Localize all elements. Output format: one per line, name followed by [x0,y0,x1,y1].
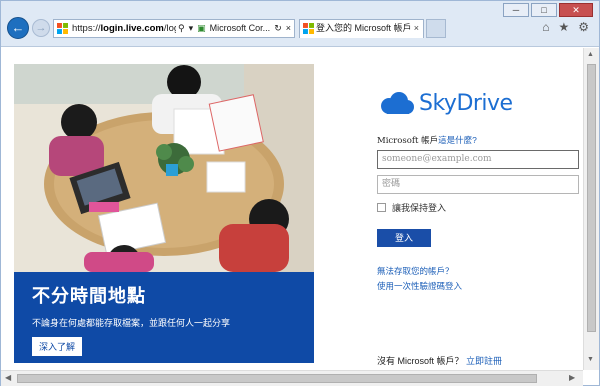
browser-toolbar-right: ⌂ ★ ⚙ [542,20,589,34]
close-window-button[interactable]: ✕ [559,3,593,17]
page-content: 不分時間地點 不論身在何處都能存取檔案，並跟任何人一起分享 深入了解 SkyDr… [1,48,583,370]
window-controls: ─ □ ✕ [503,3,593,17]
dropdown-arrow-icon[interactable]: ▾ [189,20,194,37]
account-help-link[interactable]: 這是什麼? [438,135,477,145]
remember-label: 讓我保持登入 [392,203,447,213]
horizontal-scroll-thumb[interactable] [17,374,537,383]
email-field[interactable]: someone@example.com [377,150,579,169]
password-field[interactable]: 密碼 [377,175,579,194]
tab-close-icon[interactable]: × [414,20,419,37]
back-button[interactable]: ← [7,17,29,39]
scroll-down-icon[interactable]: ▼ [587,356,594,363]
account-line: Microsoft 帳戶這是什麼? [377,134,583,146]
lock-icon[interactable]: ▣ [197,20,206,37]
hero-photo [14,64,314,272]
learn-more-button[interactable]: 深入了解 [32,337,83,356]
browser-window: ─ □ ✕ ← → https://login.live.com/login.s… [0,0,600,386]
gear-icon[interactable]: ⚙ [578,20,589,34]
refresh-icon[interactable]: ↻ [274,20,282,37]
browser-chrome: ─ □ ✕ ← → https://login.live.com/login.s… [1,1,599,47]
brand-name: SkyDrive [419,90,513,116]
account-label: Microsoft 帳戶 [377,136,439,146]
scroll-right-icon[interactable]: ▶ [569,373,575,382]
tab-active[interactable]: 登入您的 Microsoft 帳戶 × [299,19,424,38]
brand-logo: SkyDrive [377,88,583,118]
home-icon[interactable]: ⌂ [542,20,549,34]
forward-arrow-icon: → [35,22,47,34]
new-tab-button[interactable] [426,19,446,38]
search-icon[interactable]: ⚲ [178,20,185,37]
windows-logo-icon [57,23,68,34]
one-time-code-link[interactable]: 使用一次性驗證碼登入 [377,280,583,292]
back-arrow-icon: ← [11,20,25,35]
close-icon[interactable]: × [286,20,291,37]
hero-panel: 不分時間地點 不論身在何處都能存取檔案，並跟任何人一起分享 深入了解 [14,272,314,363]
signin-button[interactable]: 登入 [377,229,431,247]
signup-link[interactable]: 立即註冊 [466,356,502,366]
address-prefix: https:// [72,23,101,34]
star-icon[interactable]: ★ [558,20,569,34]
signup-line: 沒有 Microsoft 帳戶？ 立即註冊 [377,354,502,367]
remember-checkbox[interactable] [377,203,386,212]
hero-section: 不分時間地點 不論身在何處都能存取檔案，並跟任何人一起分享 深入了解 [14,64,314,363]
maximize-button[interactable]: □ [531,3,557,17]
tab-title: 登入您的 Microsoft 帳戶 [316,23,412,33]
scroll-left-icon[interactable]: ◀ [5,373,11,382]
remember-me[interactable]: 讓我保持登入 [377,201,583,214]
vertical-scroll-thumb[interactable] [587,64,596,332]
vertical-scrollbar[interactable]: ▲ ▼ [583,48,599,370]
cant-access-link[interactable]: 無法存取您的帳戶？ [377,265,583,277]
minimize-button[interactable]: ─ [503,3,529,17]
address-host: login.live.com [100,23,164,34]
hero-subtitle: 不論身在何處都能存取檔案，並跟任何人一起分享 [32,318,231,328]
horizontal-scrollbar[interactable]: ◀ ▶ [1,370,583,386]
certificate-label[interactable]: Microsoft Cor... [210,20,271,37]
windows-logo-icon [303,23,314,34]
scroll-up-icon[interactable]: ▲ [587,51,594,58]
signup-prompt: 沒有 Microsoft 帳戶？ [377,356,464,366]
address-bar[interactable]: https://login.live.com/login.srf?wa= ⚲ ▾… [53,19,295,38]
address-icons: ⚲ ▾ ▣ Microsoft Cor... ↻ × [176,20,294,37]
login-form: SkyDrive Microsoft 帳戶這是什麼? someone@examp… [377,88,583,292]
forward-button[interactable]: → [32,19,50,37]
cloud-icon [381,92,414,114]
hero-title: 不分時間地點 [32,286,146,306]
